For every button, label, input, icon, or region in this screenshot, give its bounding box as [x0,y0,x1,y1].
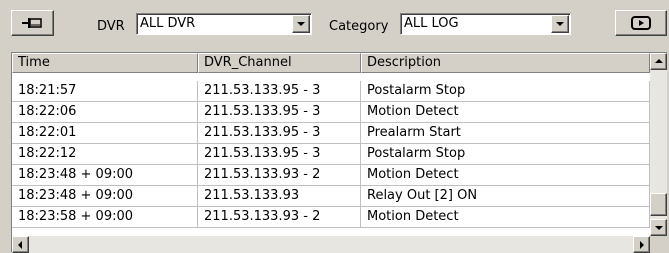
time-cell: 18:22:01 [12,123,198,144]
description-cell: Postalarm Stop [361,144,650,165]
scroll-down-icon[interactable] [650,219,667,236]
description-cell: Motion Detect [361,165,650,186]
time-cell: 18:22:06 [12,102,198,123]
description-cell: Prealarm Start [361,123,650,144]
dvr-channel-cell: 211.53.133.93 - 2 [198,165,361,186]
table-row[interactable]: 18:23:48 + 09:00 211.53.133.93 - 2 Motio… [12,165,650,186]
pin-button[interactable] [11,10,54,36]
toolbar: DVR ALL DVR Category ALL LOG [0,0,669,42]
category-select-value: ALL LOG [404,16,459,31]
time-cell: 18:23:48 + 09:00 [12,186,198,207]
table-row[interactable]: 18:21:57 211.53.133.95 - 3 Postalarm Sto… [12,81,650,102]
scroll-up-icon[interactable] [650,53,667,70]
horizontal-scrollbar[interactable] [12,236,650,253]
table-row[interactable]: 18:22:06 211.53.133.95 - 3 Motion Detect [12,102,650,123]
log-table: Time DVR_Channel Description 18:21:57 21… [11,52,667,253]
panel-toggle-icon [631,16,651,30]
dvr-select[interactable]: ALL DVR [136,13,312,35]
category-label: Category [329,19,389,34]
dvr-channel-cell: 211.53.133.95 - 3 [198,144,361,165]
scrollbar-corner [650,236,667,253]
scroll-right-icon[interactable] [633,236,650,253]
dvr-channel-cell: 211.53.133.93 [198,186,361,207]
dvr-channel-cell: 211.53.133.95 - 3 [198,123,361,144]
dvr-dropdown-arrow-icon[interactable] [292,15,310,33]
scroll-left-icon[interactable] [12,236,29,253]
time-cell: 18:21:57 [12,81,198,102]
dvr-channel-cell: 211.53.133.95 - 3 [198,81,361,102]
table-row[interactable]: 18:22:01 211.53.133.95 - 3 Prealarm Star… [12,123,650,144]
table-row[interactable]: 18:23:58 + 09:00 211.53.133.93 - 2 Motio… [12,207,650,228]
dvr-channel-cell: 211.53.133.95 - 3 [198,102,361,123]
dvr-channel-cell: 211.53.133.93 - 2 [198,207,361,228]
dvr-select-value: ALL DVR [140,16,196,31]
description-cell: Motion Detect [361,102,650,123]
time-cell: 18:23:48 + 09:00 [12,165,198,186]
column-header-dvr-channel[interactable]: DVR_Channel [198,53,361,73]
category-select[interactable]: ALL LOG [400,13,571,35]
column-header-description[interactable]: Description [361,53,650,73]
description-cell: Motion Detect [361,207,650,228]
column-header-time[interactable]: Time [12,53,198,73]
description-cell: Postalarm Stop [361,81,650,102]
description-cell: Relay Out [2] ON [361,186,650,207]
table-header: Time DVR_Channel Description [12,53,650,73]
panel-toggle-button[interactable] [615,10,667,36]
time-cell: 18:23:58 + 09:00 [12,207,198,228]
vertical-scroll-thumb[interactable] [650,193,667,216]
pin-icon [21,18,42,28]
time-cell: 18:22:12 [12,144,198,165]
vertical-scrollbar[interactable] [650,53,667,236]
category-dropdown-arrow-icon[interactable] [551,15,569,33]
dvr-label: DVR [97,19,125,34]
table-row[interactable]: 18:22:12 211.53.133.95 - 3 Postalarm Sto… [12,144,650,165]
table-row[interactable]: 18:23:48 + 09:00 211.53.133.93 Relay Out… [12,186,650,207]
